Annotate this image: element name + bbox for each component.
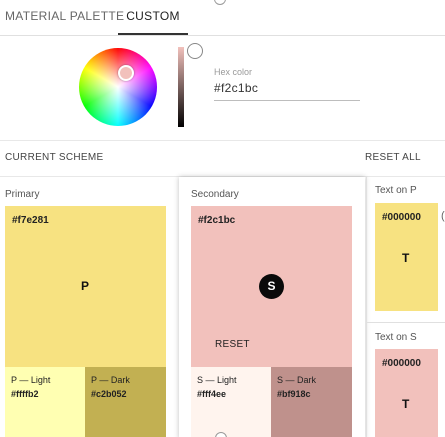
secondary-hex: #f2c1bc (198, 215, 236, 226)
text-on-p-letter: T (402, 251, 410, 265)
text-on-p-swatch[interactable]: #000000 T (375, 203, 438, 311)
secondary-letter-badge: S (259, 274, 284, 299)
primary-light-swatch[interactable]: P — Light #ffffb2 (5, 367, 85, 437)
secondary-dark-label: S — Dark (277, 375, 317, 385)
primary-dark-hex: #c2b052 (91, 389, 127, 399)
tab-bar: MATERIAL PALETTE CUSTOM (0, 0, 445, 36)
lightness-slider-knob[interactable] (187, 43, 203, 59)
overflow-indicator-icon: ( (441, 210, 445, 222)
reset-button[interactable]: RESET (215, 339, 250, 350)
divider (0, 140, 445, 141)
primary-swatch[interactable]: #f7e281 P (5, 206, 166, 367)
current-scheme-title: CURRENT SCHEME (5, 152, 104, 163)
secondary-light-swatch[interactable]: S — Light #fff4ee (191, 367, 271, 437)
text-on-s-title: Text on S (375, 332, 417, 343)
secondary-dark-hex: #bf918c (277, 389, 311, 399)
primary-title: Primary (5, 189, 40, 200)
hex-color-label: Hex color (214, 67, 253, 77)
primary-light-label: P — Light (11, 375, 51, 385)
hex-color-input[interactable]: #f2c1bc (214, 81, 360, 101)
lightness-slider[interactable] (178, 47, 184, 127)
primary-light-hex: #ffffb2 (11, 389, 39, 399)
text-on-p-title: Text on P (375, 185, 417, 196)
tab-custom[interactable]: CUSTOM (118, 0, 188, 35)
color-wheel[interactable] (79, 48, 157, 126)
primary-hex: #f7e281 (12, 215, 49, 226)
reset-all-button[interactable]: RESET ALL (365, 152, 421, 163)
divider (366, 177, 367, 437)
primary-letter: P (81, 279, 90, 293)
primary-dark-label: P — Dark (91, 375, 130, 385)
secondary-dark-swatch[interactable]: S — Dark #bf918c (271, 367, 352, 437)
secondary-light-label: S — Light (197, 375, 237, 385)
text-on-s-hex: #000000 (382, 358, 421, 369)
secondary-title: Secondary (191, 189, 239, 200)
text-on-p-hex: #000000 (382, 212, 421, 223)
primary-dark-swatch[interactable]: P — Dark #c2b052 (85, 367, 166, 437)
color-wheel-handle[interactable] (118, 65, 134, 81)
scroll-handle-icon[interactable] (215, 432, 227, 437)
divider (366, 322, 445, 323)
text-on-s-letter: T (402, 397, 410, 411)
tab-material-palette[interactable]: MATERIAL PALETTE (5, 0, 124, 35)
secondary-light-hex: #fff4ee (197, 389, 227, 399)
text-on-s-swatch[interactable]: #000000 T (375, 349, 438, 437)
